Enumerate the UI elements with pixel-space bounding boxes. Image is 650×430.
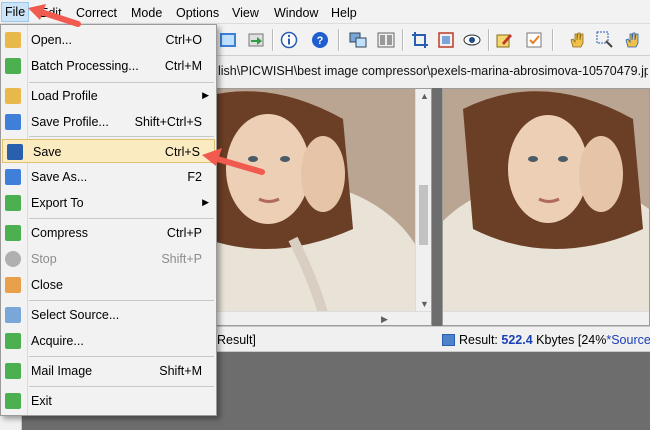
annotation-arrows [28, 4, 265, 175]
arrow-to-file-menu-icon [28, 4, 81, 27]
arrow-to-save-item-icon [202, 148, 265, 175]
